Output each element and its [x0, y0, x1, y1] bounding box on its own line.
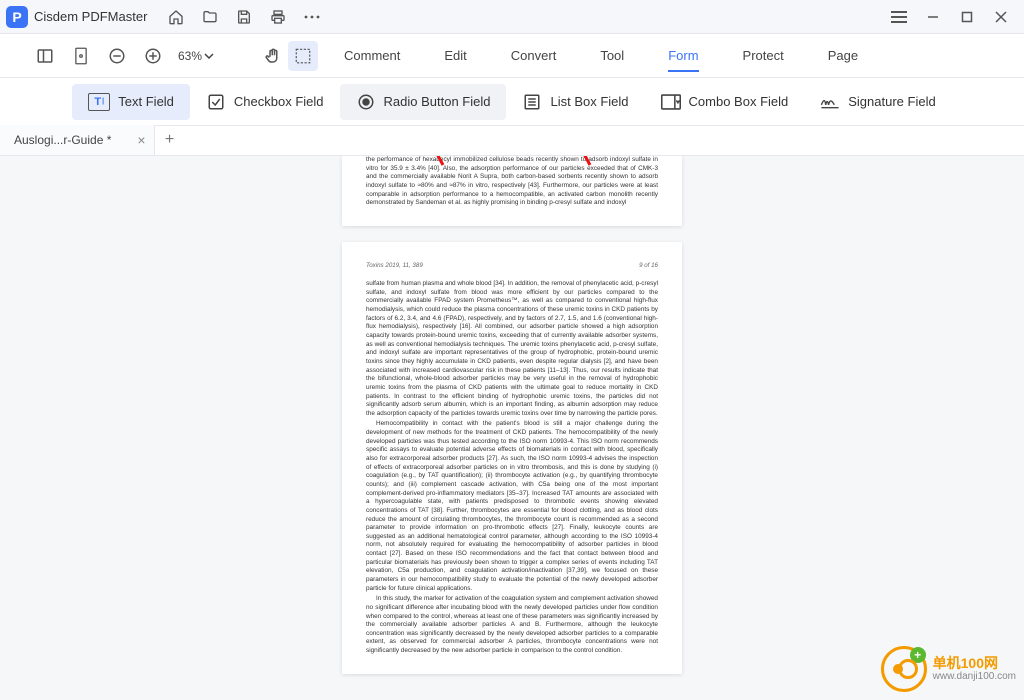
radio-icon [356, 92, 376, 112]
form-tool-label: Signature Field [848, 94, 935, 109]
hamburger-menu-icon[interactable] [882, 3, 916, 31]
form-checkbox-field[interactable]: Checkbox Field [190, 84, 340, 120]
page-body-text: In this study, the marker for activation… [366, 595, 658, 655]
print-icon[interactable] [261, 3, 295, 31]
text-field-icon: T| [88, 93, 110, 111]
page-body-text: Hemocompatibility in contact with the pa… [366, 420, 658, 593]
form-radio-button-field[interactable]: Radio Button Field [340, 84, 507, 120]
form-text-field[interactable]: T| Text Field [72, 84, 190, 120]
form-toolbar: T| Text Field Checkbox Field Radio Butto… [0, 78, 1024, 126]
hand-tool-icon[interactable] [258, 41, 288, 71]
menu-comment[interactable]: Comment [322, 34, 422, 78]
app-logo: P [6, 6, 28, 28]
save-icon[interactable] [227, 3, 261, 31]
tab-close-icon[interactable]: × [137, 132, 145, 148]
new-tab-button[interactable]: + [155, 125, 185, 155]
menu-protect[interactable]: Protect [721, 34, 806, 78]
main-menu: Comment Edit Convert Tool Form Protect P… [322, 34, 1004, 78]
document-page: the performance of hexadecyl immobilized… [342, 156, 682, 226]
page-body-text: the performance of hexadecyl immobilized… [366, 156, 658, 208]
menu-tool[interactable]: Tool [578, 34, 646, 78]
form-tool-label: List Box Field [550, 94, 628, 109]
zoom-out-button[interactable] [102, 41, 132, 71]
zoom-in-button[interactable] [138, 41, 168, 71]
form-signature-field[interactable]: Signature Field [804, 84, 951, 120]
zoom-level-dropdown[interactable]: 63% [178, 49, 214, 63]
signature-icon [820, 92, 840, 112]
form-tool-label: Radio Button Field [384, 94, 491, 109]
document-tabstrip: Auslogi...r-Guide * × + [0, 126, 1024, 156]
menu-form[interactable]: Form [646, 34, 720, 78]
page-view-icon[interactable] [66, 41, 96, 71]
form-tool-label: Text Field [118, 94, 174, 109]
watermark-name: 单机100网 [933, 656, 1016, 671]
home-icon[interactable] [159, 3, 193, 31]
menu-page[interactable]: Page [806, 34, 880, 78]
watermark: + 单机100网 www.danji100.com [881, 646, 1016, 692]
watermark-url: www.danji100.com [933, 671, 1016, 682]
tab-label: Auslogi...r-Guide * [14, 133, 111, 147]
page-header-left: Toxins 2019, 11, 389 [366, 262, 423, 270]
list-box-icon [522, 92, 542, 112]
form-combo-box-field[interactable]: Combo Box Field [645, 84, 805, 120]
minimize-button[interactable] [916, 3, 950, 31]
select-tool-icon[interactable] [288, 41, 318, 71]
menu-convert[interactable]: Convert [489, 34, 579, 78]
page-header-right: 9 of 16 [639, 262, 658, 270]
combo-box-icon [661, 92, 681, 112]
checkbox-icon [206, 92, 226, 112]
form-tool-label: Checkbox Field [234, 94, 324, 109]
close-button[interactable] [984, 3, 1018, 31]
document-viewport[interactable]: the performance of hexadecyl immobilized… [0, 156, 1024, 700]
maximize-button[interactable] [950, 3, 984, 31]
main-toolbar: 63% Comment Edit Convert Tool Form Prote… [0, 34, 1024, 78]
app-title: Cisdem PDFMaster [34, 9, 147, 24]
sidebar-toggle-icon[interactable] [30, 41, 60, 71]
more-icon[interactable] [295, 3, 329, 31]
page-body-text: sulfate from human plasma and whole bloo… [366, 280, 658, 418]
titlebar: P Cisdem PDFMaster [0, 0, 1024, 34]
form-tool-label: Combo Box Field [689, 94, 789, 109]
form-list-box-field[interactable]: List Box Field [506, 84, 644, 120]
menu-edit[interactable]: Edit [422, 34, 488, 78]
document-page: Toxins 2019, 11, 389 9 of 16 sulfate fro… [342, 242, 682, 674]
document-tab[interactable]: Auslogi...r-Guide * × [0, 125, 155, 155]
watermark-logo: + [881, 646, 927, 692]
open-icon[interactable] [193, 3, 227, 31]
